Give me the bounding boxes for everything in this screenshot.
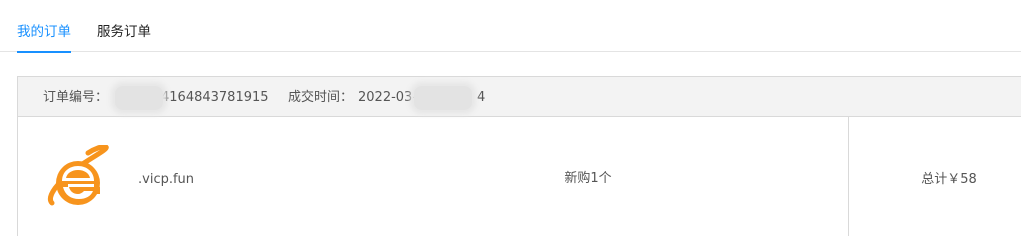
deal-time-value: 2022-03-	[358, 90, 418, 105]
order-header: 订单编号： 4164843781915 成交时间： 2022-03- 4	[18, 77, 1021, 117]
product-domain: .vicp.fun	[138, 172, 195, 187]
order-total: 总计￥58	[921, 172, 977, 187]
order-body: .vicp.fun 新购1个 总计￥58	[18, 117, 1021, 236]
tab-my-orders[interactable]: 我的订单	[17, 22, 71, 53]
deal-time-label: 成交时间：	[288, 90, 354, 105]
tab-service-orders[interactable]: 服务订单	[97, 22, 151, 42]
page: 我的订单 服务订单 订单编号： 4164843781915 成交时间： 2022…	[0, 0, 1021, 236]
internet-explorer-icon	[48, 145, 109, 206]
order-number-value: 4164843781915	[161, 90, 269, 105]
deal-time-value-tail: 4	[477, 90, 486, 105]
redacted-order-number	[115, 86, 163, 110]
redacted-deal-time	[414, 86, 472, 110]
order-tabs: 我的订单 服务订单	[0, 0, 1021, 53]
order-number-label: 订单编号：	[43, 90, 109, 105]
order-card: 订单编号： 4164843781915 成交时间： 2022-03- 4 .vi…	[17, 76, 1021, 236]
purchase-quantity: 新购1个	[564, 171, 612, 186]
